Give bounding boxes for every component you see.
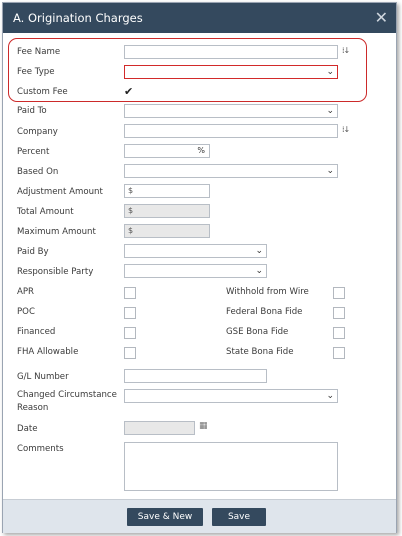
responsible-party-select[interactable]: ⌄: [124, 264, 267, 278]
changed-circumstance-label-line2: Reason: [17, 403, 49, 413]
percent-input[interactable]: %: [124, 144, 210, 158]
chevron-down-icon: ⌄: [326, 391, 334, 401]
paid-to-label: Paid To: [17, 106, 47, 116]
chevron-down-icon: ⌄: [255, 246, 263, 256]
fha-allowable-label: FHA Allowable: [17, 347, 79, 357]
currency-prefix: $: [128, 186, 134, 195]
currency-prefix: $: [128, 226, 134, 235]
gl-number-input[interactable]: [124, 369, 267, 383]
fee-name-input[interactable]: [124, 45, 338, 59]
chevron-down-icon: ⌄: [326, 67, 334, 77]
sort-icon[interactable]: ⁞↓: [342, 46, 350, 55]
chevron-down-icon: ⌄: [255, 266, 263, 276]
withhold-from-wire-label: Withhold from Wire: [226, 287, 309, 297]
dialog-titlebar: A. Origination Charges ✕: [3, 3, 396, 33]
fee-type-select[interactable]: ⌄: [124, 65, 338, 79]
gse-bona-fide-checkbox[interactable]: [333, 327, 345, 339]
dialog-footer: Save & New Save: [3, 499, 396, 533]
gl-number-label: G/L Number: [17, 372, 69, 382]
federal-bona-fide-label: Federal Bona Fide: [226, 307, 303, 317]
total-amount-input: $: [124, 204, 210, 218]
save-and-new-button[interactable]: Save & New: [127, 508, 203, 526]
fha-allowable-checkbox[interactable]: [124, 347, 136, 359]
percent-label: Percent: [17, 147, 50, 157]
percent-suffix: %: [197, 146, 205, 155]
chevron-down-icon: ⌄: [326, 106, 334, 116]
state-bona-fide-label: State Bona Fide: [226, 347, 294, 357]
calendar-icon[interactable]: ▦: [199, 421, 208, 431]
poc-label: POC: [17, 307, 35, 317]
changed-circumstance-label: Changed Circumstance: [17, 390, 117, 400]
date-label: Date: [17, 424, 38, 434]
comments-label: Comments: [17, 444, 64, 454]
comments-textarea[interactable]: [124, 442, 338, 491]
company-input[interactable]: [124, 124, 338, 138]
adjustment-amount-input[interactable]: $: [124, 184, 210, 198]
gse-bona-fide-label: GSE Bona Fide: [226, 327, 289, 337]
based-on-label: Based On: [17, 167, 59, 177]
custom-fee-label: Custom Fee: [17, 87, 68, 97]
maximum-amount-input: $: [124, 224, 210, 238]
paid-by-select[interactable]: ⌄: [124, 244, 267, 258]
adjustment-amount-label: Adjustment Amount: [17, 187, 103, 197]
poc-checkbox[interactable]: [124, 307, 136, 319]
fee-name-label: Fee Name: [17, 47, 61, 57]
currency-prefix: $: [128, 206, 134, 215]
sort-icon[interactable]: ⁞↓: [342, 125, 350, 134]
save-button[interactable]: Save: [212, 508, 266, 526]
maximum-amount-label: Maximum Amount: [17, 227, 96, 237]
based-on-select[interactable]: ⌄: [124, 164, 338, 178]
responsible-party-label: Responsible Party: [17, 267, 94, 277]
dialog-title: A. Origination Charges: [13, 11, 143, 25]
apr-label: APR: [17, 287, 35, 297]
financed-label: Financed: [17, 327, 56, 337]
custom-fee-checkbox[interactable]: ✔: [124, 85, 133, 98]
close-icon[interactable]: ✕: [375, 8, 388, 27]
changed-circumstance-select[interactable]: ⌄: [124, 389, 338, 403]
chevron-down-icon: ⌄: [326, 166, 334, 176]
company-label: Company: [17, 127, 58, 137]
apr-checkbox[interactable]: [124, 287, 136, 299]
federal-bona-fide-checkbox[interactable]: [333, 307, 345, 319]
state-bona-fide-checkbox[interactable]: [333, 347, 345, 359]
total-amount-label: Total Amount: [17, 207, 74, 217]
paid-by-label: Paid By: [17, 247, 49, 257]
paid-to-select[interactable]: ⌄: [124, 104, 338, 118]
withhold-from-wire-checkbox[interactable]: [333, 287, 345, 299]
origination-charges-dialog: A. Origination Charges ✕ Fee Name ⁞↓ Fee…: [2, 2, 397, 533]
date-input: [124, 421, 195, 435]
fee-type-label: Fee Type: [17, 67, 55, 77]
financed-checkbox[interactable]: [124, 327, 136, 339]
